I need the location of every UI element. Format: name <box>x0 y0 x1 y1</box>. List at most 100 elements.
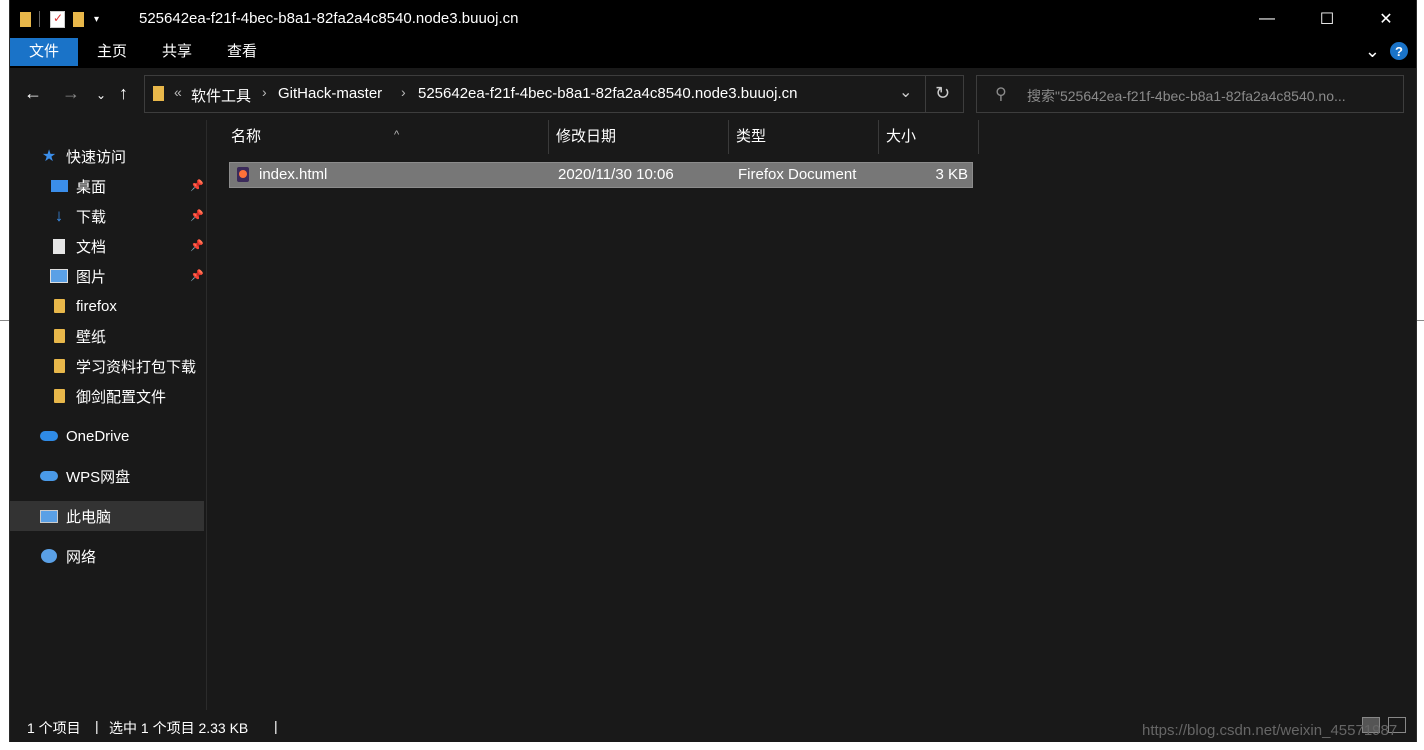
network-icon <box>40 547 58 565</box>
table-row[interactable]: index.html 2020/11/30 10:06 Firefox Docu… <box>229 162 973 188</box>
sidebar-item-wps-drive[interactable]: WPS网盘 <box>40 461 130 491</box>
breadcrumb-current-folder[interactable]: 525642ea-f21f-4bec-b8a1-82fa2a4c8540.nod… <box>418 85 797 102</box>
tab-home[interactable]: 主页 <box>82 38 142 66</box>
sidebar-item-label: 下载 <box>76 208 107 226</box>
minimize-button[interactable]: — <box>1237 0 1297 38</box>
selection-info: 选中 1 个项目 2.33 KB <box>109 720 249 736</box>
sidebar-item-label: 御剑配置文件 <box>76 388 167 406</box>
sidebar-item-onedrive[interactable]: OneDrive <box>40 421 129 451</box>
column-header-size[interactable]: 大小 <box>879 120 979 154</box>
search-icon: ⚲ <box>995 86 1007 103</box>
toolbar-separator <box>39 11 40 27</box>
up-arrow-icon[interactable]: ↑ <box>119 83 128 104</box>
status-divider: | <box>274 718 278 734</box>
overflow-chevron-icon[interactable]: « <box>174 84 182 100</box>
column-header-name[interactable]: 名称 ^ <box>224 120 549 154</box>
pin-icon[interactable]: 📌 <box>190 209 204 222</box>
sidebar-item-label: 快速访问 <box>66 148 127 166</box>
column-header-modified[interactable]: 修改日期 <box>549 120 729 154</box>
file-type: Firefox Document <box>738 166 857 183</box>
address-bar-divider <box>925 76 926 112</box>
sidebar-item-label: 桌面 <box>76 178 107 196</box>
quick-access-toolbar: ✓ ▾ <box>20 10 99 28</box>
maximize-button[interactable]: ☐ <box>1297 0 1357 38</box>
sidebar-item-downloads[interactable]: ↓ 下载 <box>50 201 106 231</box>
file-list: 名称 ^ 修改日期 类型 大小 index.html 2020/11/30 10… <box>207 120 1415 710</box>
sidebar-item-documents[interactable]: 文档 <box>50 231 106 261</box>
address-history-chevron-icon[interactable]: ⌄ <box>899 82 912 102</box>
refresh-icon[interactable]: ↻ <box>935 83 950 104</box>
file-explorer-window: ✓ ▾ 525642ea-f21f-4bec-b8a1-82fa2a4c8540… <box>9 0 1417 742</box>
breadcrumb-separator-icon[interactable]: › <box>401 84 406 100</box>
tab-share[interactable]: 共享 <box>147 38 207 66</box>
sidebar-item-study-materials[interactable]: 学习资料打包下载 <box>50 351 196 381</box>
sidebar-item-label: firefox <box>76 297 117 315</box>
folder-icon <box>50 327 68 345</box>
folder-icon <box>50 387 68 405</box>
sidebar-item-pictures[interactable]: 图片 <box>50 261 106 291</box>
sidebar-item-this-pc[interactable]: 此电脑 <box>10 501 204 531</box>
download-icon: ↓ <box>54 206 64 225</box>
sidebar-item-wallpaper[interactable]: 壁纸 <box>50 321 106 351</box>
sidebar-item-quick-access[interactable]: ★ 快速访问 <box>40 141 126 171</box>
search-box[interactable]: ⚲ 搜索"525642ea-f21f-4bec-b8a1-82fa2a4c854… <box>976 75 1404 113</box>
folder-icon <box>50 357 68 375</box>
cloud-icon <box>40 467 58 485</box>
sidebar-item-label: 文档 <box>76 238 107 256</box>
status-divider: | <box>95 718 99 734</box>
star-icon: ★ <box>41 148 57 165</box>
background-page <box>0 0 9 750</box>
close-button[interactable]: ✕ <box>1356 0 1416 38</box>
file-name: index.html <box>259 166 328 183</box>
background-divider <box>0 320 9 321</box>
sort-ascending-icon: ^ <box>394 129 400 141</box>
picture-icon <box>50 267 68 285</box>
folder-icon <box>153 86 164 101</box>
navigation-bar: ← → ⌄ ↑ « 软件工具 › GitHack-master › 525642… <box>10 68 1416 120</box>
sidebar-item-label: 网络 <box>66 548 97 566</box>
sidebar-item-yujian-config[interactable]: 御剑配置文件 <box>50 381 166 411</box>
file-size: 3 KB <box>935 166 968 183</box>
help-icon[interactable]: ? <box>1390 42 1408 60</box>
sidebar-item-firefox[interactable]: firefox <box>50 291 117 321</box>
watermark: https://blog.csdn.net/weixin_45571987 <box>1142 722 1398 739</box>
sidebar-item-desktop[interactable]: 桌面 <box>50 171 106 201</box>
breadcrumb-software-tools[interactable]: 软件工具 <box>191 85 251 106</box>
cloud-icon <box>40 427 58 445</box>
sidebar-item-label: OneDrive <box>66 427 130 445</box>
forward-arrow-icon[interactable]: → <box>62 83 80 104</box>
window-title: 525642ea-f21f-4bec-b8a1-82fa2a4c8540.nod… <box>139 10 519 27</box>
title-bar: ✓ ▾ 525642ea-f21f-4bec-b8a1-82fa2a4c8540… <box>10 0 1416 38</box>
pin-icon[interactable]: 📌 <box>190 239 204 252</box>
properties-icon[interactable]: ✓ <box>50 10 65 28</box>
tab-file[interactable]: 文件 <box>10 38 78 66</box>
navigation-pane: ★ 快速访问 桌面 📌 ↓ 下载 📌 文档 📌 图片 📌 firefox 壁纸 … <box>10 120 207 710</box>
pin-icon[interactable]: 📌 <box>190 179 204 192</box>
breadcrumb-githack-master[interactable]: GitHack-master <box>278 85 382 102</box>
new-folder-icon[interactable] <box>73 11 84 27</box>
item-count: 1 个项目 <box>27 720 81 736</box>
recent-locations-chevron-icon[interactable]: ⌄ <box>96 88 106 102</box>
column-header-type[interactable]: 类型 <box>729 120 879 154</box>
sidebar-item-label: 图片 <box>76 268 107 286</box>
address-bar[interactable]: « 软件工具 › GitHack-master › 525642ea-f21f-… <box>144 75 964 113</box>
desktop-icon <box>50 177 68 195</box>
tab-view[interactable]: 查看 <box>212 38 272 66</box>
customize-toolbar-icon[interactable]: ▾ <box>94 14 99 25</box>
search-input[interactable]: 搜索"525642ea-f21f-4bec-b8a1-82fa2a4c8540.… <box>1027 86 1392 106</box>
folder-icon[interactable] <box>20 11 31 27</box>
firefox-document-icon <box>237 167 249 182</box>
back-arrow-icon[interactable]: ← <box>24 83 42 104</box>
sidebar-item-label: 此电脑 <box>66 508 112 526</box>
breadcrumb-separator-icon[interactable]: › <box>262 84 267 100</box>
sidebar-item-network[interactable]: 网络 <box>40 541 96 571</box>
sidebar-item-label: 壁纸 <box>76 328 107 346</box>
sidebar-item-label: 学习资料打包下载 <box>76 358 197 376</box>
pin-icon[interactable]: 📌 <box>190 269 204 282</box>
folder-icon <box>50 297 68 315</box>
expand-ribbon-icon[interactable]: ⌄ <box>1365 42 1380 60</box>
column-header-label: 名称 <box>231 128 262 145</box>
document-icon <box>50 237 68 255</box>
computer-icon <box>40 507 58 525</box>
ribbon-tabs: 文件 主页 共享 查看 ⌄ ? <box>10 38 1416 68</box>
